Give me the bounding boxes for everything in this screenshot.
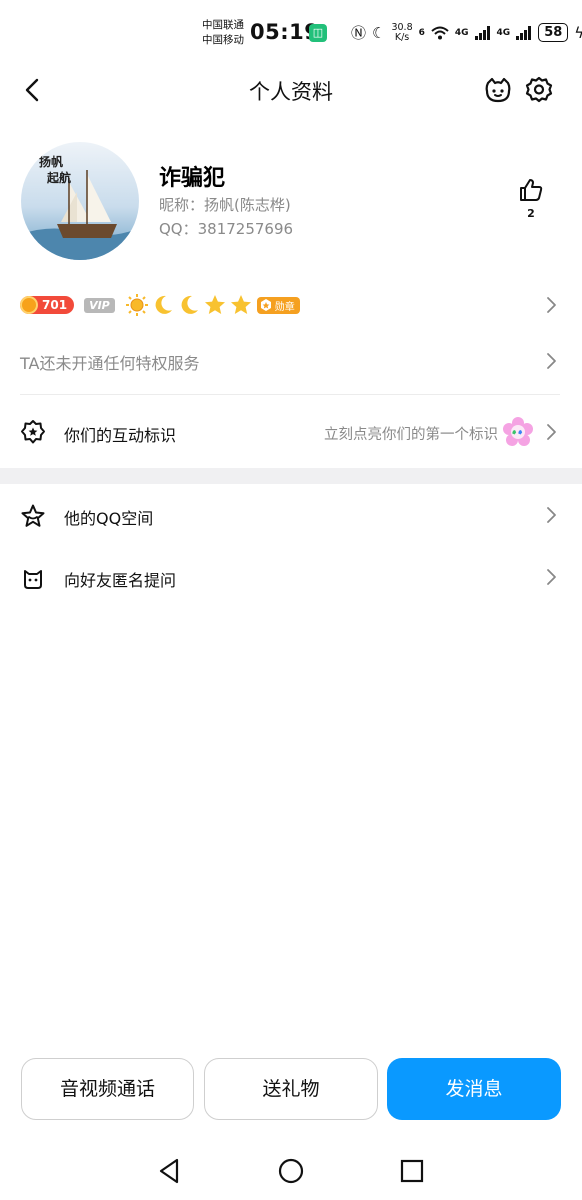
pet-icon[interactable]: [483, 75, 513, 105]
interaction-badge-icon: [21, 420, 45, 444]
privilege-chevron-right-icon[interactable]: [545, 351, 559, 371]
level-badge: 701: [20, 296, 75, 314]
send-gift-button[interactable]: 送礼物: [204, 1058, 378, 1120]
carrier-2: 中国移动: [202, 34, 244, 46]
nav-recents-icon[interactable]: [397, 1156, 427, 1186]
wifi-icon: [431, 26, 449, 39]
nav-home-icon[interactable]: [276, 1156, 306, 1186]
avatar[interactable]: 扬帆 起航: [21, 142, 139, 260]
flower-icon: [503, 417, 533, 446]
star-level-icon: [230, 295, 251, 314]
video-call-button[interactable]: 音视频通话: [21, 1058, 194, 1120]
moon-level-icon: [155, 295, 172, 314]
moon-level-icon: [181, 295, 198, 314]
interaction-label[interactable]: 你们的互动标识: [64, 422, 176, 446]
medal-icon: [260, 299, 271, 311]
like-button[interactable]: 2: [513, 178, 549, 222]
wifi-label: 6: [418, 27, 425, 38]
privilege-status[interactable]: TA还未开通任何特权服务: [20, 350, 199, 374]
signal-1-icon: [474, 25, 490, 40]
star-outline-icon: [21, 504, 45, 527]
header: 个人资料: [0, 64, 582, 118]
badges-row[interactable]: 701 VIP 勋章: [20, 292, 300, 318]
send-message-button[interactable]: 发消息: [387, 1058, 561, 1120]
anonymous-ask-label[interactable]: 向好友匿名提问: [64, 567, 176, 591]
svg-text:起航: 起航: [46, 170, 71, 185]
svg-text:扬帆: 扬帆: [39, 154, 63, 169]
badges-chevron-right-icon[interactable]: [545, 295, 559, 315]
signal-2-icon: [516, 25, 532, 40]
signal-2-label: 4G: [496, 27, 511, 38]
interaction-hint[interactable]: 立刻点亮你们的第一个标识: [324, 423, 498, 444]
signal-1-label: 4G: [454, 27, 469, 38]
like-count: 2: [527, 207, 535, 220]
anon-ask-chevron-right-icon[interactable]: [545, 567, 559, 587]
charging-icon: ϟ: [574, 23, 582, 42]
interaction-chevron-right-icon[interactable]: [545, 422, 559, 442]
medal-badge: 勋章: [256, 296, 300, 314]
battery-level: 58: [538, 23, 569, 42]
nfc-icon: Ⓝ: [351, 24, 367, 42]
net-speed: 30.8 K/s: [391, 21, 413, 43]
moon-icon: ☾: [372, 23, 386, 42]
nav-back-icon[interactable]: [155, 1156, 185, 1186]
qzone-chevron-right-icon[interactable]: [545, 505, 559, 525]
carrier-names: 中国联通 中国移动: [202, 18, 244, 48]
avatar-image: 扬帆 起航: [21, 142, 139, 260]
gear-icon[interactable]: [524, 75, 554, 105]
status-bar: 中国联通 中国移动 05:19 ◫ Ⓝ ☾ 30.8 K/s 6 4G 4G 5…: [0, 0, 582, 64]
status-icons: ◫ Ⓝ ☾ 30.8 K/s 6 4G 4G 58 ϟ: [309, 22, 582, 43]
vip-badge: VIP: [84, 297, 115, 313]
qzone-label[interactable]: 他的QQ空间: [64, 505, 153, 529]
cat-icon: [24, 570, 42, 589]
coin-icon: [20, 296, 38, 314]
thumbs-up-icon: [520, 179, 543, 201]
profile-nickname: 昵称：扬帆(陈志桦): [159, 196, 291, 214]
star-level-icon: [204, 295, 225, 314]
app-notification-icon: ◫: [309, 23, 327, 42]
profile-qq-number: QQ：3817257696: [159, 220, 294, 238]
system-nav-bar: [0, 1146, 582, 1196]
carrier-1: 中国联通: [202, 19, 244, 31]
section-divider: [0, 468, 582, 484]
divider: [20, 394, 560, 395]
profile-name: 诈骗犯: [159, 166, 226, 191]
sun-icon: [125, 294, 148, 316]
